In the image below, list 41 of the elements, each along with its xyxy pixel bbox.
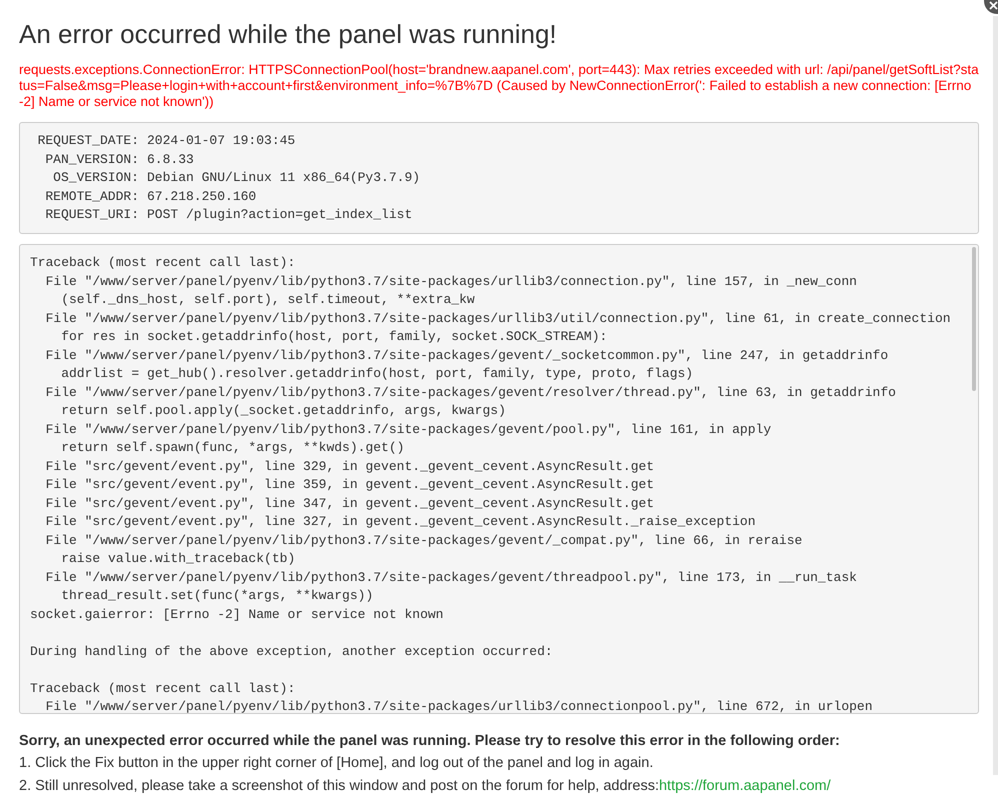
traceback-line: File "/www/server/panel/pyenv/lib/python3.7/site-packages/gevent/threadpool.py", line 173, in __run_task <box>44 568 858 586</box>
dialog-title: An error occurred while the panel was running! <box>19 18 558 51</box>
traceback-line: return self.spawn(func, *args, **kwds).get() <box>60 439 406 457</box>
traceback-line: File "src/gevent/event.py", line 327, in gevent._gevent_cevent.AsyncResult._raise_exception <box>44 513 757 531</box>
forum-link[interactable]: https://forum.aapanel.com/ <box>658 778 831 794</box>
info-value: 6.8.33 <box>147 150 194 168</box>
traceback-line: thread_result.set(func(*args, **kwargs)) <box>60 587 374 605</box>
info-value: 67.218.250.160 <box>147 188 256 206</box>
traceback-line: for res in socket.getaddrinfo(host, port, family, socket.SOCK_STREAM): <box>60 328 608 346</box>
close-icon <box>988 0 998 10</box>
traceback-line: File "src/gevent/event.py", line 329, in gevent._gevent_cevent.AsyncResult.get <box>44 458 656 476</box>
traceback-line: File "/www/server/panel/pyenv/lib/python3.7/site-packages/gevent/pool.py", line 161, in apply <box>44 420 772 438</box>
info-label: REQUEST_URI: <box>44 206 139 224</box>
info-value: 2024-01-07 19:03:45 <box>147 132 296 150</box>
traceback-line: File "src/gevent/event.py", line 359, in gevent._gevent_cevent.AsyncResult.get <box>44 476 656 494</box>
info-label: REQUEST_DATE: <box>36 132 139 150</box>
help-step: 1. Click the Fix button in the upper right corner of [Home], and log out of the panel and log in again. <box>19 752 979 775</box>
traceback-line: raise value.with_traceback(tb) <box>60 550 296 568</box>
traceback-line: return self.pool.apply(_socket.getaddrinfo, args, kwargs) <box>60 402 507 420</box>
info-value: Debian GNU/Linux 11 x86_64(Py3.7.9) <box>147 169 420 187</box>
traceback-line: File "/www/server/panel/pyenv/lib/python3.7/site-packages/urllib3/connectionpool.py", line 672, in urlopen <box>44 698 874 713</box>
help-heading: Sorry, an unexpected error occurred while the panel was running. Please try to resolve this error in the following order: <box>19 732 841 751</box>
traceback-line: (self._dns_host, self.port), self.timeout, **extra_kw <box>60 291 476 309</box>
traceback-line: File "/www/server/panel/pyenv/lib/python3.7/site-packages/urllib3/util/connection.py", line 61, in create_connection <box>44 310 952 328</box>
traceback-line: File "/www/server/panel/pyenv/lib/python3.7/site-packages/gevent/resolver/thread.py", line 63, in getaddrinfo <box>44 384 897 402</box>
info-label: REMOTE_ADDR: <box>44 188 139 206</box>
traceback-line: During handling of the above exception, another exception occurred: <box>30 642 554 660</box>
scrollbar-thumb[interactable] <box>972 247 976 391</box>
traceback-line: Traceback (most recent call last): <box>30 254 296 272</box>
traceback-line: File "/www/server/panel/pyenv/lib/python3.7/site-packages/urllib3/connection.py", line 157, in _new_conn <box>44 272 858 290</box>
info-label: OS_VERSION: <box>52 169 139 187</box>
error-message: requests.exceptions.ConnectionError: HTTPSConnectionPool(host='brandnew.aapanel.com', port=443): Max retries exceeded with url: /api/panel/getSoftList?status=False&msg=Please+login+with+account+first&environment_info=%7B%7D (Caused by NewConnectionError(': Failed to establish a new connection: [Errno -2] Name or service not known')) <box>19 62 979 110</box>
traceback-line: Traceback (most recent call last): <box>30 680 296 698</box>
info-label: PAN_VERSION: <box>44 150 139 168</box>
traceback-line: File "src/gevent/event.py", line 347, in gevent._gevent_cevent.AsyncResult.get <box>44 494 656 512</box>
info-value: POST /plugin?action=get_index_list <box>147 206 412 224</box>
help-step: 2. Still unresolved, please take a screenshot of this window and post on the forum for help, address:https://forum.aapanel.com/ <box>19 775 979 798</box>
traceback-line: File "/www/server/panel/pyenv/lib/python3.7/site-packages/gevent/_socketcommon.py", line 247, in getaddrinfo <box>44 346 890 364</box>
traceback-line: socket.gaierror: [Errno -2] Name or service not known <box>30 606 444 624</box>
traceback-line: addrlist = get_hub().resolver.getaddrinfo(host, port, family, type, proto, flags) <box>60 365 694 383</box>
traceback-line: File "/www/server/panel/pyenv/lib/python3.7/site-packages/gevent/_compat.py", line 66, in reraise <box>44 532 804 550</box>
